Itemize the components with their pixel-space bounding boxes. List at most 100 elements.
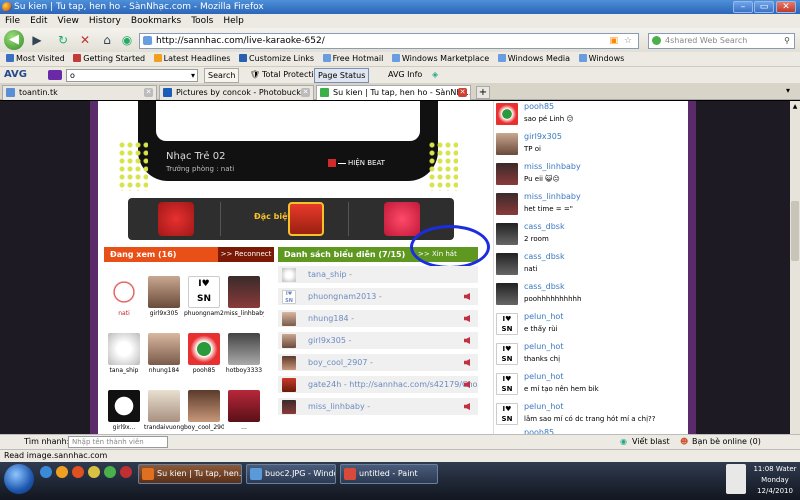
close-tab-icon[interactable]: ✕: [144, 88, 153, 97]
performer-row[interactable]: gate24h - http://sannhac.com/s42179/Chon…: [278, 376, 478, 394]
performer-row[interactable]: tana_ship -: [278, 266, 478, 284]
tray-icons[interactable]: [726, 464, 746, 494]
app-icon[interactable]: [120, 466, 132, 478]
url-bar[interactable]: http://sannhac.com/live-karaoke-652/ ▣ ☆: [139, 33, 639, 49]
chat-user[interactable]: miss_linhbaby: [524, 192, 581, 201]
chat-user[interactable]: cass_dbsk: [524, 282, 565, 291]
tab-list-icon[interactable]: ▾: [786, 86, 790, 95]
avg-extra-icon[interactable]: ◈: [432, 67, 438, 83]
chat-user[interactable]: cass_dbsk: [524, 252, 565, 261]
reconnect-button[interactable]: >> Reconnect: [218, 247, 274, 262]
firefox-icon[interactable]: [72, 466, 84, 478]
roses-gift-icon[interactable]: [158, 202, 194, 236]
show-beat-button[interactable]: HIỆN BEAT: [348, 159, 385, 167]
bookmark-item[interactable]: Most Visited: [4, 52, 69, 66]
viewer-item[interactable]: pooh85: [184, 333, 224, 374]
bookmark-item[interactable]: Getting Started: [71, 52, 149, 66]
chat-user[interactable]: pooh85: [524, 102, 554, 111]
vertical-scrollbar[interactable]: ▲: [790, 101, 800, 434]
search-input[interactable]: 4shared Web Search ⚲: [648, 33, 795, 49]
viewer-item[interactable]: miss_linhbaby: [224, 276, 264, 317]
menu-bookmarks[interactable]: Bookmarks: [126, 14, 186, 28]
back-button[interactable]: ◀: [4, 30, 24, 50]
menu-edit[interactable]: Edit: [25, 14, 52, 28]
chat-user[interactable]: miss_linhbaby: [524, 162, 581, 171]
bookmark-item[interactable]: Windows Media: [496, 52, 574, 66]
rss-icon[interactable]: ▣: [609, 34, 618, 48]
page-status-button[interactable]: Page Status: [314, 68, 370, 83]
scroll-up-icon[interactable]: ▲: [791, 103, 799, 111]
viewer-item[interactable]: I♥SN phuongnam2013: [184, 276, 224, 317]
friends-online-button[interactable]: Bạn bè online (0): [692, 435, 761, 449]
minimize-button[interactable]: –: [733, 1, 753, 13]
close-button[interactable]: ✕: [776, 1, 796, 13]
chat-user[interactable]: girl9x305: [524, 132, 562, 141]
tab-sannhac[interactable]: Su kien | Tu tap, hen ho - SànNhạ... ✕: [316, 85, 471, 100]
start-button[interactable]: [4, 464, 34, 494]
tab-toantin[interactable]: toantin.tk ✕: [2, 85, 157, 100]
close-tab-icon[interactable]: ✕: [458, 88, 467, 97]
bookmark-item[interactable]: Free Hotmail: [321, 52, 388, 66]
chevron-down-icon[interactable]: ▾: [191, 70, 195, 81]
search-icon[interactable]: ⚲: [784, 34, 790, 48]
viewer-item[interactable]: nhung184: [144, 333, 184, 374]
menu-file[interactable]: File: [0, 14, 25, 28]
bookmark-item[interactable]: Latest Headlines: [152, 52, 235, 66]
new-tab-button[interactable]: +: [476, 86, 490, 99]
home-icon[interactable]: ⌂: [98, 32, 116, 50]
viewer-item[interactable]: hotboy3333: [224, 333, 264, 374]
tab-photobucket[interactable]: Pictures by concok - Photobucket ✕: [159, 85, 314, 100]
chat-user[interactable]: pelun_hot: [524, 402, 563, 411]
star-icon[interactable]: ☆: [624, 34, 632, 48]
yahoo-icon[interactable]: [48, 70, 62, 80]
viewer-item[interactable]: tana_ship: [104, 333, 144, 374]
smiley-icon[interactable]: [56, 466, 68, 478]
viewer-item[interactable]: girl9x305: [144, 276, 184, 317]
forward-button[interactable]: ▶: [28, 32, 46, 50]
messenger-icon[interactable]: [104, 466, 116, 478]
menu-view[interactable]: View: [53, 14, 84, 28]
chat-user[interactable]: pelun_hot: [524, 372, 563, 381]
scroll-thumb[interactable]: [791, 201, 799, 261]
menu-history[interactable]: History: [84, 14, 126, 28]
performer-row[interactable]: nhung184 -: [278, 310, 478, 328]
gift-box-icon[interactable]: [288, 202, 324, 236]
write-blast-button[interactable]: Viết blast: [632, 435, 670, 449]
performer-row[interactable]: miss_linhbaby -: [278, 398, 478, 416]
viewer-item[interactable]: ...: [224, 390, 264, 431]
member-search-input[interactable]: Nhập tên thành viên: [68, 436, 168, 448]
avg-info[interactable]: AVG Info: [388, 67, 422, 83]
viewer-item[interactable]: boy_cool_2907: [184, 390, 224, 431]
bookmark-item[interactable]: Customize Links: [237, 52, 318, 66]
ie-icon[interactable]: [40, 466, 52, 478]
menu-help[interactable]: Help: [218, 14, 249, 28]
close-tab-icon[interactable]: ✕: [301, 88, 310, 97]
reload-button[interactable]: ↻: [54, 32, 72, 50]
search-engine-icon[interactable]: [652, 36, 661, 45]
maximize-button[interactable]: ▭: [754, 1, 774, 13]
chat-user[interactable]: pelun_hot: [524, 342, 563, 351]
bookmark-item[interactable]: Windows Marketplace: [390, 52, 493, 66]
bookmark-item[interactable]: Windows: [577, 52, 629, 66]
folder-icon[interactable]: [88, 466, 100, 478]
chat-user[interactable]: pelun_hot: [524, 312, 563, 321]
performer-row[interactable]: girl9x305 -: [278, 332, 478, 350]
viewer-item[interactable]: girl9x...: [104, 390, 144, 431]
avg-logo[interactable]: AVG: [4, 67, 27, 83]
viewer-item[interactable]: nati: [104, 276, 144, 317]
clock[interactable]: 11:08 Water Monday 12/4/2010: [750, 464, 800, 497]
avg-search-button[interactable]: Search: [204, 68, 240, 83]
tab-label: Su kien | Tu tap, hen ho - SànNhạ...: [333, 88, 471, 97]
avg-search-input[interactable]: o ▾: [66, 69, 198, 82]
chat-user[interactable]: cass_dbsk: [524, 222, 565, 231]
taskbar-image-viewer[interactable]: buoc2.JPG - Window...: [246, 464, 336, 484]
menu-tools[interactable]: Tools: [186, 14, 218, 28]
taskbar-paint[interactable]: untitled - Paint: [340, 464, 438, 484]
taskbar-firefox[interactable]: Su kien | Tu tap, hen...: [138, 464, 242, 484]
performer-row[interactable]: I♥ SN phuongnam2013 -: [278, 288, 478, 306]
heart-arrow-gift-icon[interactable]: [384, 202, 420, 236]
stop-button[interactable]: ✕: [76, 32, 94, 50]
viewer-item[interactable]: trandaivuong...: [144, 390, 184, 431]
performer-row[interactable]: boy_cool_2907 -: [278, 354, 478, 372]
globe-icon[interactable]: ◉: [118, 32, 136, 50]
